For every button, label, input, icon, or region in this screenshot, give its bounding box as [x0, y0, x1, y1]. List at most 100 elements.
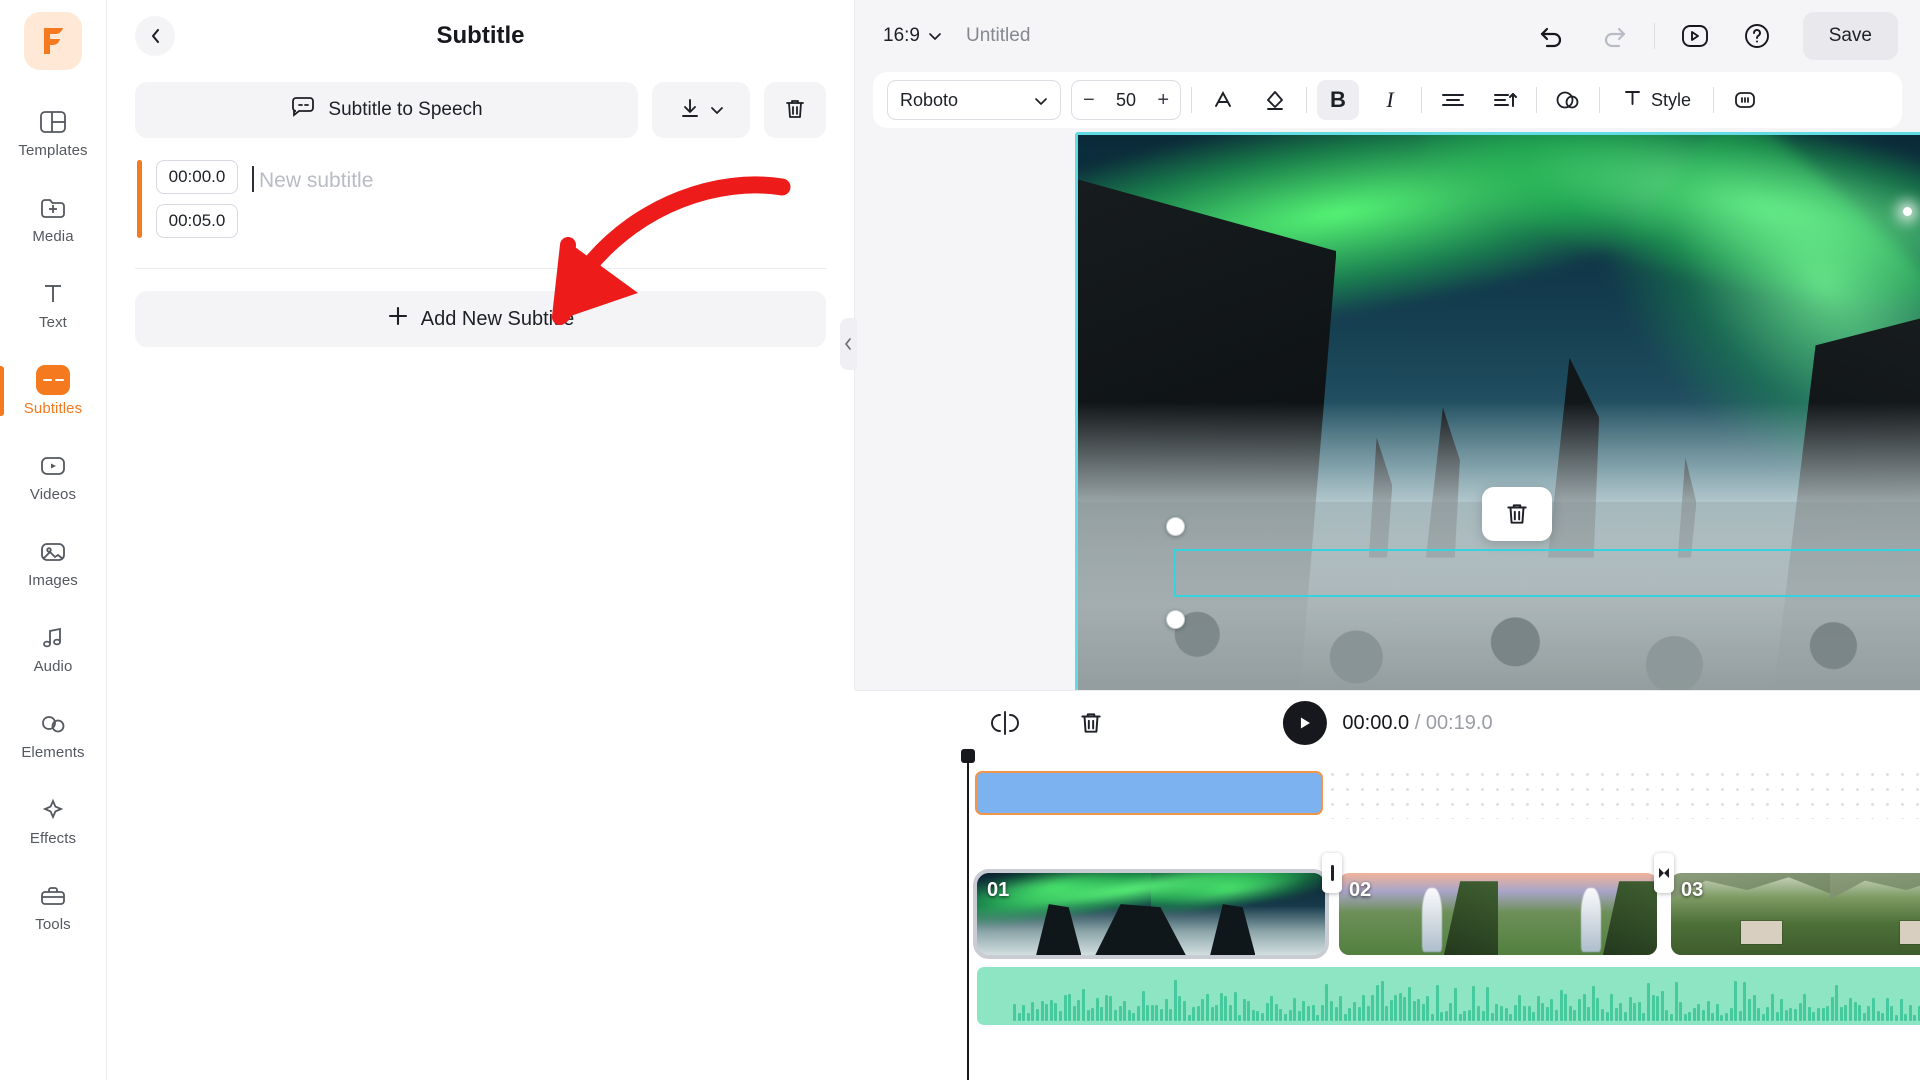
- sidebar-item-text[interactable]: Text: [0, 262, 107, 348]
- back-button[interactable]: [135, 16, 175, 56]
- waveform-bar: [1854, 1002, 1857, 1022]
- app-root: Templates Media Text Subtitle: [0, 0, 1920, 1080]
- subtitle-text-placeholder: New subtitle: [252, 164, 826, 198]
- video-preview[interactable]: [1075, 132, 1920, 694]
- waveform-bar: [1720, 1015, 1723, 1021]
- delete-clip-button[interactable]: [1071, 703, 1111, 743]
- delete-subtitles-button[interactable]: [764, 82, 826, 138]
- sidebar-item-subtitles[interactable]: Subtitles: [0, 348, 107, 434]
- timeline-clip[interactable]: 03: [1671, 873, 1920, 955]
- redo-button[interactable]: [1592, 14, 1636, 58]
- sidebar-item-elements[interactable]: Elements: [0, 692, 107, 778]
- subtitle-list: 00:00.0 00:05.0 New subtitle: [135, 160, 826, 269]
- aspect-ratio-selector[interactable]: 16:9: [877, 19, 948, 53]
- image-icon: [36, 537, 70, 567]
- font-size-stepper[interactable]: − 50 +: [1071, 80, 1181, 120]
- waveform-bar: [1509, 1014, 1512, 1021]
- waveform-bar: [1532, 1012, 1535, 1021]
- sidebar-item-templates[interactable]: Templates: [0, 90, 107, 176]
- align-center-icon: [1440, 89, 1466, 111]
- waveform-bar: [1812, 1012, 1815, 1021]
- waveform-bar: [1279, 1009, 1282, 1021]
- sidebar-item-audio[interactable]: Audio: [0, 606, 107, 692]
- timeline-dot-grid: [1325, 767, 1920, 819]
- font-size-increase[interactable]: +: [1157, 89, 1169, 112]
- font-size-value[interactable]: 50: [1116, 90, 1136, 111]
- sidebar-item-effects[interactable]: Effects: [0, 778, 107, 864]
- subtitle-start-time[interactable]: 00:00.0: [156, 160, 238, 194]
- waveform-bar: [1537, 996, 1540, 1021]
- save-button[interactable]: Save: [1803, 12, 1898, 60]
- style-button[interactable]: Style: [1610, 80, 1703, 120]
- waveform-bar: [1477, 1006, 1480, 1021]
- resize-handle-top-left[interactable]: [1166, 517, 1185, 536]
- line-spacing-button[interactable]: [1484, 80, 1526, 120]
- sidebar-item-images[interactable]: Images: [0, 520, 107, 606]
- delete-text-overlay-button[interactable]: [1482, 487, 1552, 541]
- thumb-half: [1498, 873, 1657, 955]
- waveform-bar: [1256, 1011, 1259, 1021]
- waveform-bar: [1243, 999, 1246, 1021]
- screen-record-button[interactable]: [1673, 14, 1717, 58]
- help-button[interactable]: [1735, 14, 1779, 58]
- add-new-subtitle-button[interactable]: Add New Subtitle: [135, 291, 826, 347]
- panel-collapse-handle[interactable]: [840, 318, 857, 370]
- waveform-bar: [1422, 1004, 1425, 1021]
- waveform-bar: [1514, 1005, 1517, 1021]
- waveform-bar: [1068, 994, 1071, 1021]
- subtitle-text-input[interactable]: New subtitle: [252, 160, 826, 238]
- text-align-button[interactable]: [1432, 80, 1474, 120]
- sidebar-item-tools[interactable]: Tools: [0, 864, 107, 950]
- sidebar-item-media[interactable]: Media: [0, 176, 107, 262]
- clip-thumbnail: [1671, 873, 1920, 955]
- preview-area: [855, 128, 1920, 690]
- playhead[interactable]: [967, 755, 969, 1080]
- split-clip-button[interactable]: [985, 703, 1025, 743]
- timeline-clip[interactable]: 01: [977, 873, 1325, 955]
- italic-button[interactable]: I: [1369, 80, 1411, 120]
- filmora-logo[interactable]: [24, 12, 82, 70]
- text-color-button[interactable]: [1202, 80, 1244, 120]
- text-selection-box[interactable]: [1174, 549, 1920, 597]
- audio-track[interactable]: [977, 967, 1920, 1025]
- bold-button[interactable]: B: [1317, 80, 1359, 120]
- timeline-tracks: 01 02: [855, 755, 1920, 1080]
- sidebar-item-videos[interactable]: Videos: [0, 434, 107, 520]
- animation-button[interactable]: [1724, 80, 1766, 120]
- waveform-bar: [1697, 1004, 1700, 1022]
- waveform-bar: [1482, 1011, 1485, 1021]
- play-button[interactable]: [1282, 701, 1326, 745]
- timeline-clip[interactable]: 02: [1339, 873, 1657, 955]
- waveform-bar: [1725, 1013, 1728, 1021]
- subtitle-list-item[interactable]: 00:00.0 00:05.0 New subtitle: [135, 160, 826, 260]
- resize-handle-bottom-left[interactable]: [1166, 610, 1185, 629]
- subtitle-track-clip[interactable]: [975, 771, 1323, 815]
- waveform-bar: [1426, 996, 1429, 1021]
- chevron-down-icon: [1034, 90, 1048, 111]
- sidebar-item-label: Media: [32, 228, 73, 245]
- undo-button[interactable]: [1530, 14, 1574, 58]
- waveform-bar: [1142, 991, 1145, 1021]
- font-family-select[interactable]: Roboto: [887, 80, 1061, 120]
- waveform-bar: [1408, 987, 1411, 1021]
- waveform-bar: [1252, 1010, 1255, 1021]
- waveform-bar: [1059, 1011, 1062, 1021]
- transition-marker-2[interactable]: [1654, 853, 1674, 893]
- effects-button[interactable]: [1547, 80, 1589, 120]
- fill-color-button[interactable]: [1254, 80, 1296, 120]
- waveform-bar: [1615, 1008, 1618, 1021]
- waveform-bar: [1909, 1005, 1912, 1021]
- waveform-bar: [1463, 1011, 1466, 1021]
- video-play-icon: [36, 451, 70, 481]
- transition-marker-1[interactable]: [1322, 853, 1342, 893]
- waveform-bar: [1105, 995, 1108, 1021]
- font-size-decrease[interactable]: −: [1083, 89, 1095, 112]
- waveform-bar: [1550, 999, 1553, 1021]
- subtitle-to-speech-button[interactable]: Subtitle to Speech: [135, 82, 638, 138]
- subtitle-end-time[interactable]: 00:05.0: [156, 204, 238, 238]
- waveform-bar: [1610, 994, 1613, 1021]
- project-title-input[interactable]: Untitled: [966, 25, 1030, 47]
- download-subtitle-button[interactable]: [652, 82, 750, 138]
- waveform-bar: [1486, 987, 1489, 1021]
- sidebar-item-label: Images: [28, 572, 78, 589]
